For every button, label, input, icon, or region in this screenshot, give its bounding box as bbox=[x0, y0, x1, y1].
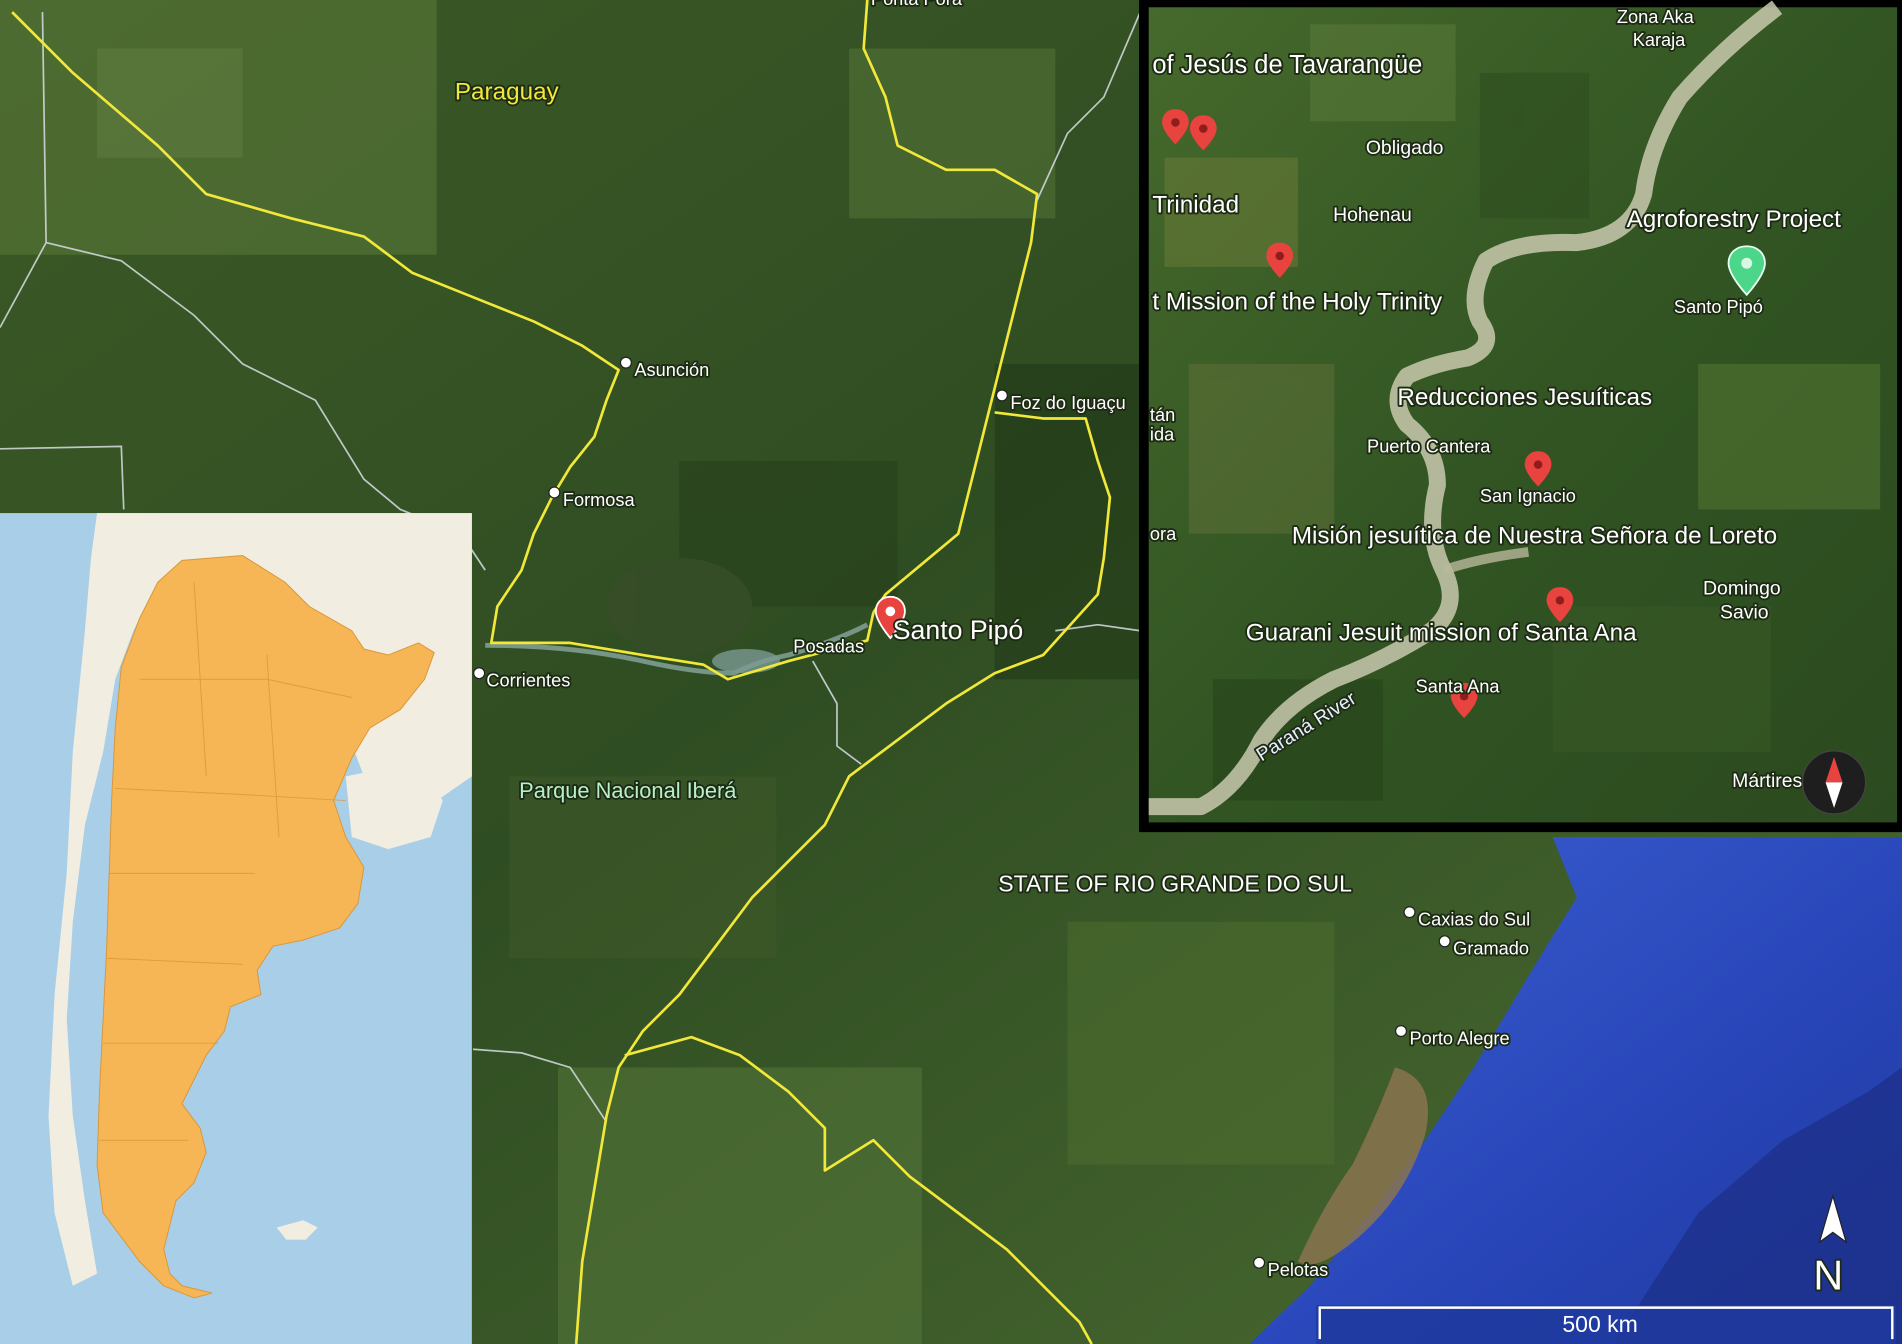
label-loreto: Misión jesuítica de Nuestra Señora de Lo… bbox=[1292, 522, 1777, 549]
label-trinidad: Trinidad bbox=[1152, 191, 1239, 218]
label-karaja: Karaja bbox=[1633, 30, 1686, 50]
pelotas-dot bbox=[1253, 1256, 1266, 1269]
label-pelotas: Pelotas bbox=[1268, 1260, 1329, 1280]
overview-inset bbox=[0, 513, 472, 1344]
caxias-dot bbox=[1403, 906, 1416, 919]
label-reducciones: Reducciones Jesuíticas bbox=[1397, 384, 1652, 411]
label-tavarangue: of Jesús de Tavarangüe bbox=[1152, 51, 1422, 79]
foz-dot bbox=[995, 389, 1009, 402]
label-savio: Savio bbox=[1720, 602, 1769, 624]
porto-alegre-dot bbox=[1394, 1024, 1408, 1038]
label-holy-trinity: t Mission of the Holy Trinity bbox=[1152, 288, 1443, 315]
compass-icon[interactable] bbox=[1801, 750, 1867, 815]
north-label: N bbox=[1813, 1252, 1843, 1298]
gramado-dot bbox=[1438, 935, 1451, 948]
label-edge-ora: ora bbox=[1150, 524, 1177, 544]
label-agroforestry: Agroforestry Project bbox=[1627, 206, 1842, 233]
label-foz: Foz do Iguaçu bbox=[1010, 393, 1125, 413]
label-santo-pipo: Santo Pipó bbox=[893, 615, 1024, 645]
label-corrientes: Corrientes bbox=[486, 671, 570, 691]
label-puerto-cantera: Puerto Cantera bbox=[1367, 436, 1491, 456]
label-santa-ana: Santa Ana bbox=[1416, 677, 1501, 697]
label-asuncion: Asunción bbox=[634, 360, 709, 380]
label-inset-santo-pipo: Santo Pipó bbox=[1674, 297, 1763, 317]
label-formosa: Formosa bbox=[563, 490, 636, 510]
map-canvas: Paraguay Ponta Porã Asunción Formosa Cor… bbox=[0, 0, 1902, 1344]
scale-label: 500 km bbox=[1562, 1311, 1638, 1337]
label-santa-ana-mission: Guarani Jesuit mission of Santa Ana bbox=[1246, 619, 1637, 646]
map-figure: Paraguay Ponta Porã Asunción Formosa Cor… bbox=[0, 0, 1902, 1344]
reservoir bbox=[712, 648, 780, 674]
corrientes-dot bbox=[473, 667, 486, 680]
label-gramado: Gramado bbox=[1453, 939, 1529, 959]
asuncion-dot bbox=[619, 356, 632, 369]
label-obligado: Obligado bbox=[1366, 137, 1444, 159]
scale-bar: 500 km bbox=[1316, 1305, 1896, 1344]
label-san-ignacio: San Ignacio bbox=[1480, 486, 1576, 506]
label-caxias: Caxias do Sul bbox=[1418, 910, 1530, 930]
label-porto-alegre: Porto Alegre bbox=[1410, 1028, 1510, 1048]
detail-inset: of Jesús de Tavarangüe Zona Aka Karaja O… bbox=[1139, 0, 1902, 833]
label-posadas: Posadas bbox=[793, 637, 864, 657]
label-hohenau: Hohenau bbox=[1333, 204, 1412, 226]
label-martires: Mártires bbox=[1732, 770, 1802, 792]
label-paraguay: Paraguay bbox=[455, 78, 560, 105]
formosa-dot bbox=[548, 486, 561, 499]
label-ibera: Parque Nacional Iberá bbox=[519, 778, 737, 803]
label-domingo: Domingo bbox=[1703, 577, 1781, 599]
label-rio-grande: STATE OF RIO GRANDE DO SUL bbox=[998, 871, 1352, 897]
label-edge-tan: tán bbox=[1150, 405, 1175, 425]
label-zona-aka: Zona Aka bbox=[1617, 7, 1695, 27]
label-edge-ida: ida bbox=[1150, 424, 1175, 444]
label-partial-top: Ponta Porã bbox=[871, 0, 963, 9]
